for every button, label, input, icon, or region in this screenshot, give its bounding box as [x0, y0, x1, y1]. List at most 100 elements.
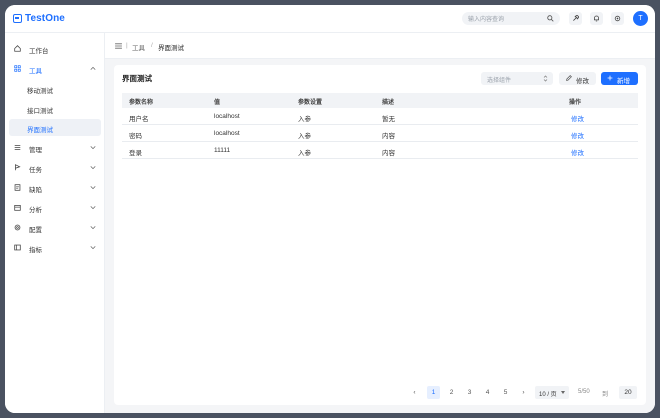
sidebar-item-label: 接口测试: [27, 108, 53, 115]
goto-label: 到: [602, 392, 609, 398]
add-label: 新增: [617, 78, 630, 85]
breadcrumb-current: 界面测试: [158, 45, 184, 52]
gear-icon: [14, 224, 21, 231]
sidebar-item-label: 工作台: [29, 48, 49, 55]
sidebar-item-label: 缺陷: [29, 187, 42, 194]
column-header: 描述: [382, 100, 395, 106]
value-cell: localhost: [214, 113, 240, 120]
search-icon[interactable]: [547, 15, 554, 22]
param-name-cell: 密码: [129, 133, 142, 140]
chevron-down-icon: [90, 146, 96, 150]
chevron-up-icon: [90, 66, 96, 70]
column-header: 参数设置: [298, 100, 323, 106]
updown-icon: [543, 75, 548, 82]
page-button[interactable]: 1: [427, 386, 440, 399]
next-page-button[interactable]: ›: [517, 386, 530, 399]
edit-button[interactable]: 修改: [559, 72, 596, 85]
list-icon: [14, 145, 21, 150]
sidebar-item-api-test[interactable]: 接口测试: [9, 100, 101, 117]
chevron-down-icon: [90, 246, 96, 250]
notification-button[interactable]: [590, 12, 603, 25]
description-cell: 内容: [382, 133, 395, 140]
table-row: 登录 11111 入参 内容 修改: [122, 142, 638, 159]
sidebar-item-label: 移动测试: [27, 88, 53, 95]
app-name: TestOne: [25, 13, 65, 24]
card-title: 界面测试: [122, 74, 152, 83]
chevron-down-icon: [90, 226, 96, 230]
bell-icon: [594, 15, 599, 22]
page-button[interactable]: 2: [445, 386, 458, 399]
settings-button[interactable]: [611, 12, 624, 25]
ui-test-card: 界面测试 选择组件 修改 新增 参数名称 值 参数设置 描述 操作 用户名 lo…: [114, 65, 646, 405]
setting-cell: 入参: [298, 150, 311, 157]
search-box[interactable]: 输入内容查询: [462, 12, 560, 25]
sidebar-item-tasks[interactable]: 任务: [9, 159, 101, 176]
breadcrumb-separator: |: [126, 42, 128, 49]
caret-down-icon: [561, 391, 565, 394]
calendar-icon: [14, 205, 21, 211]
sidebar-item-metrics[interactable]: 指标: [9, 239, 101, 256]
sidebar-item-defects[interactable]: 缺陷: [9, 179, 101, 196]
prev-page-button[interactable]: ‹: [408, 386, 421, 399]
breadcrumb: | 工具 / 界面测试: [105, 33, 655, 59]
param-name-cell: 登录: [129, 150, 142, 157]
page-size-label: 10 / 页: [539, 392, 557, 398]
page-button[interactable]: 4: [481, 386, 494, 399]
main-content: | 工具 / 界面测试 界面测试 选择组件 修改 新增 参数名称 值 参数设置: [105, 33, 655, 413]
page-total: 5/50: [578, 389, 590, 395]
gear-icon: [614, 15, 621, 22]
value-cell: localhost: [214, 130, 240, 137]
home-icon: [14, 45, 21, 52]
description-cell: 内容: [382, 150, 395, 157]
panel-icon: [14, 244, 21, 251]
breadcrumb-tools[interactable]: 工具: [132, 42, 145, 52]
table-row: 用户名 localhost 入参 暂无 修改: [122, 108, 638, 125]
sidebar-item-label: 配置: [29, 227, 42, 234]
sidebar-item-label: 管理: [29, 147, 42, 154]
menu-icon[interactable]: [115, 43, 122, 49]
column-header: 值: [214, 100, 221, 106]
setting-cell: 入参: [298, 133, 311, 140]
chevron-down-icon: [90, 186, 96, 190]
sidebar-item-config[interactable]: 配置: [9, 219, 101, 236]
table-row: 密码 localhost 入参 内容 修改: [122, 125, 638, 142]
tools-button[interactable]: [569, 12, 582, 25]
plus-icon: [607, 75, 613, 81]
edit-link[interactable]: 修改: [571, 113, 584, 123]
flag-icon: [15, 164, 21, 171]
page-button[interactable]: 3: [463, 386, 476, 399]
setting-cell: 入参: [298, 116, 311, 123]
sidebar-item-analysis[interactable]: 分析: [9, 199, 101, 216]
edit-link[interactable]: 修改: [571, 147, 584, 157]
column-header: 参数名称: [129, 100, 154, 106]
logo[interactable]: TestOne: [13, 13, 65, 24]
page-size-select[interactable]: 10 / 页: [535, 386, 569, 399]
sidebar-item-ui-test[interactable]: 界面测试: [9, 119, 101, 136]
avatar[interactable]: T: [633, 11, 648, 26]
breadcrumb-separator: /: [151, 42, 153, 49]
grid-icon: [14, 65, 21, 72]
app-window: TestOne 输入内容查询 T 工作台 工具 移动测试 接口测试 界面测试 管…: [5, 5, 655, 413]
tools-icon: [573, 15, 579, 21]
page-button[interactable]: 5: [499, 386, 512, 399]
sidebar-item-label: 工具: [29, 68, 42, 75]
edit-link[interactable]: 修改: [571, 130, 584, 140]
param-name-cell: 用户名: [129, 116, 149, 123]
sidebar-item-label: 分析: [29, 207, 42, 214]
goto-page-input[interactable]: 20: [619, 386, 637, 399]
component-select[interactable]: 选择组件: [481, 72, 553, 85]
sidebar-item-mobile-test[interactable]: 移动测试: [9, 80, 101, 97]
chevron-down-icon: [90, 206, 96, 210]
sidebar-item-label: 指标: [29, 247, 42, 254]
sidebar-item-workbench[interactable]: 工作台: [9, 40, 101, 57]
sidebar-item-manage[interactable]: 管理: [9, 139, 101, 156]
sidebar-item-tools[interactable]: 工具: [9, 60, 101, 77]
pencil-icon: [566, 75, 572, 81]
description-cell: 暂无: [382, 116, 395, 123]
logo-icon: [13, 14, 22, 23]
column-header: 操作: [569, 100, 582, 106]
add-button[interactable]: 新增: [601, 72, 638, 85]
chevron-down-icon: [90, 166, 96, 170]
value-cell: 11111: [214, 147, 231, 154]
search-placeholder[interactable]: 输入内容查询: [468, 14, 504, 23]
